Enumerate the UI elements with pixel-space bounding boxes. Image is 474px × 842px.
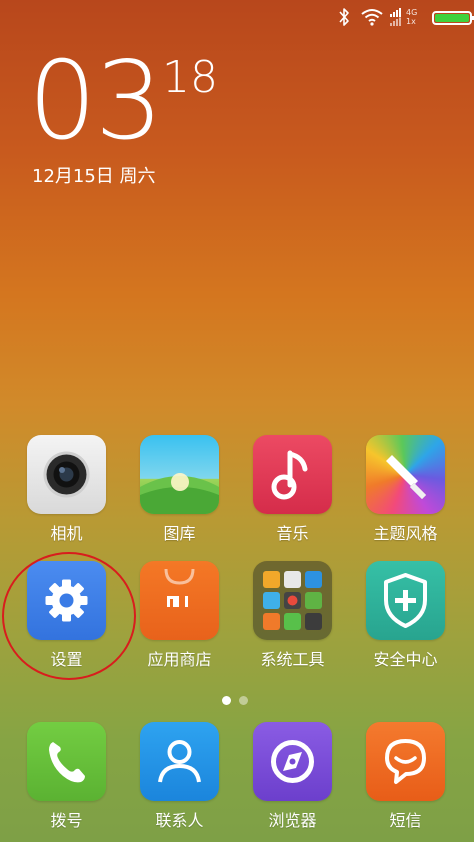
- chat-bubble-icon: [366, 722, 445, 801]
- app-camera-label: 相机: [50, 524, 83, 543]
- app-security-label: 安全中心: [373, 650, 438, 669]
- clock-date: 12月15日 周六: [32, 166, 156, 187]
- app-browser[interactable]: 浏览器: [236, 722, 349, 831]
- clock-minute: 18: [162, 52, 218, 103]
- app-music-label: 音乐: [276, 524, 309, 543]
- app-browser-label: 浏览器: [268, 811, 317, 830]
- shield-plus-icon: [366, 561, 445, 640]
- app-gallery-label: 图库: [163, 524, 196, 543]
- paintbrush-icon: [366, 435, 445, 514]
- app-folder-tools-label: 系统工具: [260, 650, 325, 669]
- app-security[interactable]: 安全中心: [349, 561, 462, 670]
- app-messages-label: 短信: [389, 811, 422, 830]
- bluetooth-icon: [339, 8, 349, 26]
- app-dialer[interactable]: 拨号: [10, 722, 123, 831]
- app-messages[interactable]: 短信: [349, 722, 462, 831]
- mi-store-icon: [140, 561, 219, 640]
- app-dialer-label: 拨号: [50, 811, 83, 830]
- network-type-bottom: 1x: [406, 17, 416, 26]
- gallery-icon: [140, 435, 219, 514]
- folder-icon: [253, 561, 332, 640]
- battery-indicator: [432, 11, 474, 25]
- clock-hour: 03: [28, 39, 163, 164]
- app-gallery[interactable]: 图库: [123, 435, 236, 544]
- app-store[interactable]: 应用商店: [123, 561, 236, 670]
- app-music[interactable]: 音乐: [236, 435, 349, 544]
- app-contacts[interactable]: 联系人: [123, 722, 236, 831]
- app-themes[interactable]: 主题风格: [349, 435, 462, 544]
- music-note-icon: [253, 435, 332, 514]
- highlight-circle: [2, 552, 136, 680]
- phone-icon: [27, 722, 106, 801]
- app-contacts-label: 联系人: [155, 811, 204, 830]
- page-dot-2[interactable]: [239, 696, 248, 705]
- camera-icon: [27, 435, 106, 514]
- page-indicator: [222, 690, 262, 705]
- browser-icon: [253, 722, 332, 801]
- battery-fill: [435, 14, 469, 22]
- wifi-icon: [361, 9, 383, 26]
- page-dot-1[interactable]: [222, 696, 231, 705]
- app-camera[interactable]: 相机: [10, 435, 123, 544]
- clock-widget[interactable]: 03 18: [28, 39, 218, 164]
- app-store-label: 应用商店: [147, 650, 212, 669]
- contact-icon: [140, 722, 219, 801]
- network-type-top: 4G: [406, 8, 418, 17]
- app-folder-tools[interactable]: 系统工具: [236, 561, 349, 670]
- status-bar: 4G 1x: [0, 0, 474, 34]
- cellular-signal: 4G 1x: [390, 8, 428, 26]
- app-themes-label: 主题风格: [373, 524, 438, 543]
